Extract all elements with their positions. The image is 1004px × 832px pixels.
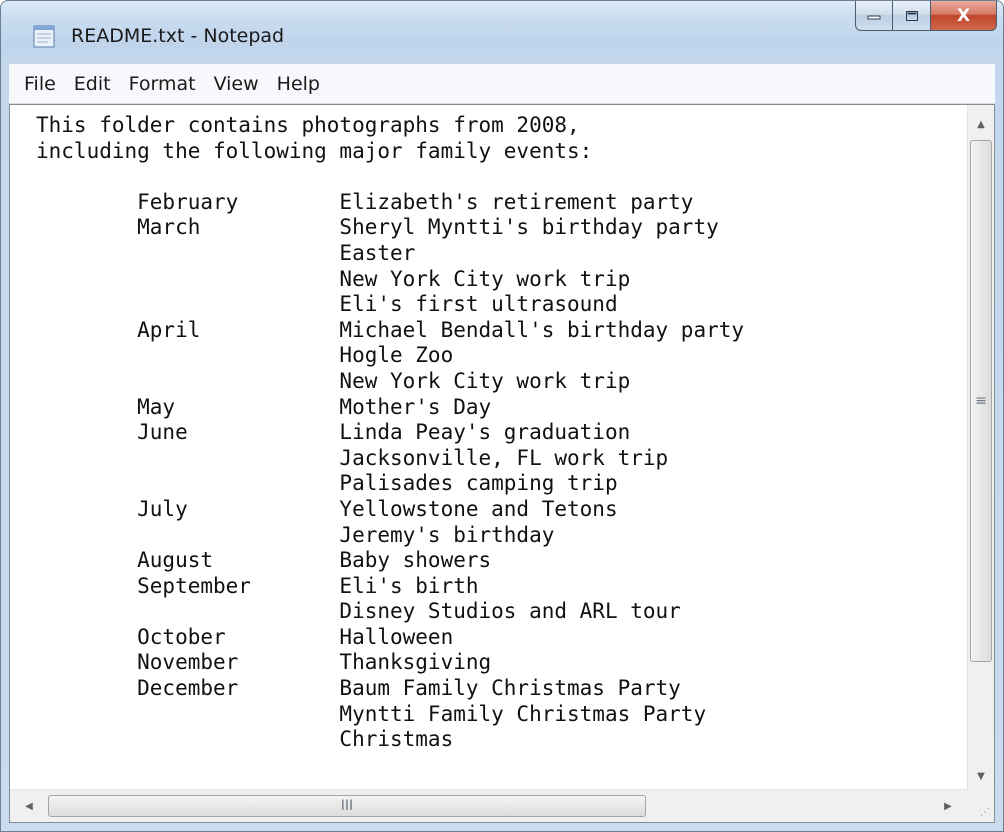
text-line: Christmas (36, 727, 454, 752)
scroll-up-arrow-icon[interactable]: ▲ (968, 111, 994, 137)
vertical-scrollbar[interactable]: ▲ ≡ ▼ (967, 105, 994, 789)
text-line: May Mother's Day (36, 394, 492, 419)
text-line: June Linda Peay's graduation (36, 420, 631, 445)
close-icon: X (956, 5, 971, 26)
text-line: New York City work trip (36, 368, 631, 393)
text-line: Eli's first ultrasound (36, 292, 618, 317)
text-line: February Elizabeth's retirement party (36, 189, 694, 214)
menu-bar: File Edit Format View Help (9, 63, 995, 104)
title-bar[interactable]: README.txt - Notepad X (1, 1, 1003, 63)
text-editor[interactable]: This folder contains photographs from 20… (9, 104, 995, 823)
scroll-right-arrow-icon[interactable]: ▶ (935, 790, 961, 822)
notepad-icon (33, 25, 55, 48)
text-line: Easter (36, 240, 416, 265)
menu-edit[interactable]: Edit (65, 69, 120, 99)
text-line: Disney Studios and ARL tour (36, 599, 681, 624)
document-text[interactable]: This folder contains photographs from 20… (36, 113, 966, 783)
horizontal-scrollbar[interactable]: ◀ III ▶ (10, 789, 967, 822)
text-line: April Michael Bendall's birthday party (36, 317, 745, 342)
text-line: March Sheryl Myntti's birthday party (36, 215, 719, 240)
text-line: Jeremy's birthday (36, 522, 555, 547)
menu-help[interactable]: Help (268, 69, 329, 99)
text-line: August Baby showers (36, 548, 492, 573)
menu-view[interactable]: View (205, 69, 268, 99)
scroll-left-arrow-icon[interactable]: ◀ (16, 790, 42, 822)
vertical-scroll-thumb[interactable]: ≡ (970, 140, 992, 662)
text-line: September Eli's birth (36, 573, 479, 598)
text-line: Jacksonville, FL work trip (36, 445, 669, 470)
text-line (36, 164, 966, 190)
grip-icon: ≡ (975, 393, 987, 409)
menu-format[interactable]: Format (120, 69, 205, 99)
caption-buttons: X (855, 1, 997, 31)
text-line: October Halloween (36, 624, 454, 649)
scroll-down-arrow-icon[interactable]: ▼ (968, 763, 994, 789)
notepad-window: README.txt - Notepad X File Edit Format … (0, 0, 1004, 832)
menu-file[interactable]: File (15, 69, 65, 99)
window-title: README.txt - Notepad (71, 25, 285, 47)
text-line: New York City work trip (36, 266, 631, 291)
resize-grip-icon[interactable]: ⋰ (967, 789, 994, 822)
horizontal-scroll-thumb[interactable]: III (48, 795, 646, 817)
close-button[interactable]: X (931, 1, 997, 31)
text-line: December Baum Family Christmas Party (36, 676, 681, 701)
text-line: July Yellowstone and Tetons (36, 496, 618, 521)
text-line: Palisades camping trip (36, 471, 618, 496)
text-line: Myntti Family Christmas Party (36, 701, 707, 726)
minimize-button[interactable] (855, 1, 893, 31)
maximize-icon (905, 10, 918, 21)
grip-icon: III (340, 798, 354, 814)
minimize-icon (867, 15, 881, 19)
maximize-button[interactable] (893, 1, 931, 31)
text-line: including the following major family eve… (36, 138, 593, 163)
text-line: Hogle Zoo (36, 343, 454, 368)
text-line: This folder contains photographs from 20… (36, 113, 580, 137)
text-line: November Thanksgiving (36, 650, 492, 675)
